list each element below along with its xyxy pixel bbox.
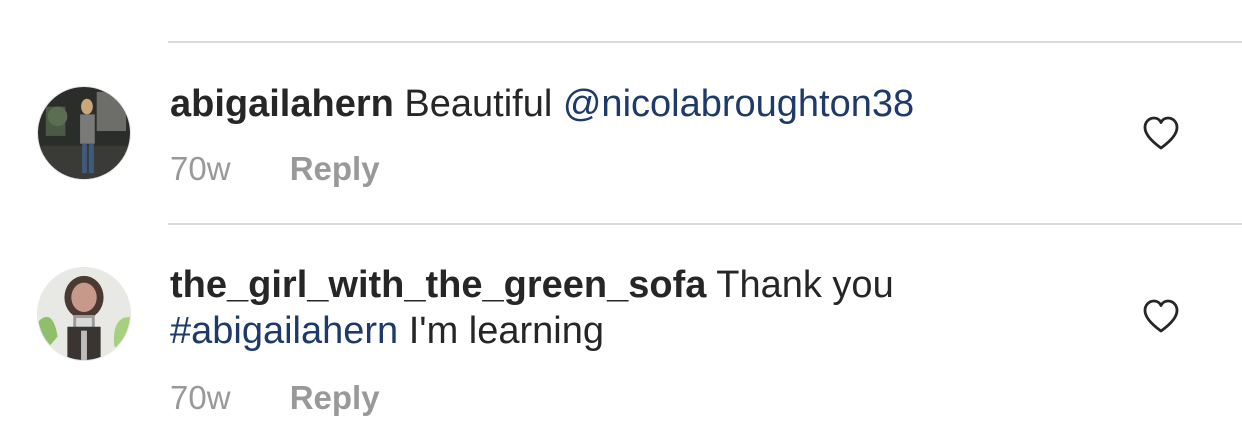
comment-body: Beautiful — [404, 83, 553, 125]
reply-button[interactable]: Reply — [290, 378, 380, 418]
heart-outline-icon[interactable] — [1142, 115, 1180, 151]
comment-username[interactable]: the_girl_with_the_green_sofa — [170, 264, 706, 306]
comment-body: I'm learning — [408, 310, 604, 352]
comment-timestamp: 70w — [170, 379, 231, 416]
comment-meta: 70w Reply — [170, 149, 380, 189]
hashtag-link[interactable]: #abigailahern — [170, 310, 398, 352]
comment-username[interactable]: abigailahern — [170, 83, 394, 125]
comment-body: Thank you — [716, 264, 894, 306]
avatar-photo — [38, 87, 130, 179]
comment-text: abigailahern Beautiful @nicolabroughton3… — [170, 81, 1070, 127]
avatar-photo — [38, 268, 130, 360]
comment-timestamp: 70w — [170, 150, 231, 187]
reply-button[interactable]: Reply — [290, 149, 380, 189]
comment-text: the_girl_with_the_green_sofa Thank you #… — [170, 262, 1070, 354]
avatar[interactable] — [37, 86, 131, 180]
avatar[interactable] — [37, 267, 131, 361]
comment-meta: 70w Reply — [170, 378, 380, 418]
heart-outline-icon[interactable] — [1142, 298, 1180, 334]
comment-divider-middle — [168, 223, 1242, 225]
comment-divider-top — [168, 41, 1242, 43]
mention-link[interactable]: @nicolabroughton38 — [563, 83, 914, 125]
